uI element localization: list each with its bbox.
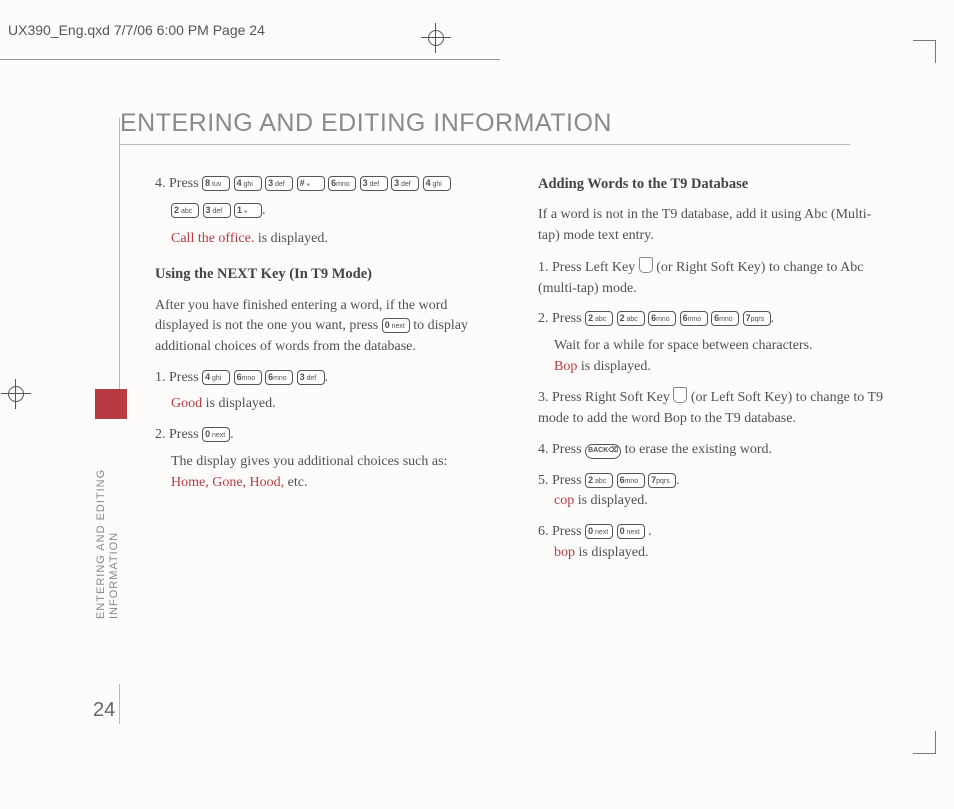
key-back: BACK⌫ [585, 444, 621, 459]
key-hash: # ⁎ [297, 176, 325, 191]
key-7pqrs: 7pqrs [743, 311, 771, 326]
left-softkey-icon [639, 257, 653, 273]
add-step-2: 2. Press 2 abc 2 abc 6mno 6mno 6mno 7pqr… [538, 309, 885, 377]
tail: is displayed. [202, 396, 276, 411]
key-1: 1 ⁎ [234, 203, 262, 218]
key-4ghi: 4 ghi [234, 176, 262, 191]
text: The display gives you additional choices… [171, 454, 447, 469]
add-step-4: 4. Press BACK⌫ to erase the existing wor… [538, 440, 885, 461]
registration-mark-left [8, 386, 24, 402]
title-rule [120, 144, 850, 145]
key-2abc: 2 abc [171, 203, 199, 218]
top-rule [0, 59, 500, 60]
key-0next: 0 next [202, 427, 230, 442]
add-step-6: 6. Press 0 next 0 next . bop is displaye… [538, 522, 885, 563]
add-step-3: 3. Press Right Soft Key (or Left Soft Ke… [538, 387, 885, 429]
next-para: After you have finished entering a word,… [155, 296, 502, 358]
period: . [676, 473, 680, 488]
key-2abc: 2 abc [585, 473, 613, 488]
chapter-title: ENTERING AND EDITING INFORMATION [120, 109, 612, 138]
tab-label: ENTERING AND EDITING INFORMATION [95, 425, 121, 619]
key-6mno: 6mno [680, 311, 708, 326]
key-6mno: 6mno [648, 311, 676, 326]
text: 2. Press [155, 427, 202, 442]
period: . [262, 203, 266, 218]
left-column: 4. Press 8 tuv 4 ghi 3 def # ⁎ 6mno 3 de… [155, 174, 502, 574]
period: . [771, 311, 775, 326]
result-text: Bop [554, 359, 577, 374]
text: 4. Press [538, 442, 585, 457]
text: 1. Press Left Key [538, 260, 639, 275]
result-text: bop [554, 545, 575, 560]
result-text: Home, Gone, Hood, [171, 475, 284, 490]
key-6mno: 6mno [234, 370, 262, 385]
add-step-1: 1. Press Left Key (or Right Soft Key) to… [538, 257, 885, 299]
result-text: cop [554, 493, 574, 508]
text: to erase the existing word. [625, 442, 772, 457]
page-number: 24 [93, 699, 115, 722]
tail: is displayed. [574, 493, 648, 508]
period: . [325, 370, 329, 385]
next-step-1: 1. Press 4 ghi 6mno 6mno 3 def. Good is … [155, 368, 502, 415]
right-softkey-icon [673, 387, 687, 403]
key-0next: 0 next [585, 524, 613, 539]
subhead-next-key: Using the NEXT Key (In T9 Mode) [155, 264, 502, 285]
crop-mark-tr [913, 40, 936, 63]
key-4ghi: 4 ghi [202, 370, 230, 385]
result-text: Call the office. [171, 231, 254, 246]
footer-rule [119, 684, 120, 724]
key-6mno: 6mno [711, 311, 739, 326]
tail: etc. [284, 475, 307, 490]
prepress-header: UX390_Eng.qxd 7/7/06 6:00 PM Page 24 [8, 22, 265, 38]
subhead-adding-words: Adding Words to the T9 Database [538, 174, 885, 195]
text: 1. Press [155, 370, 202, 385]
step-4: 4. Press 8 tuv 4 ghi 3 def # ⁎ 6mno 3 de… [155, 174, 502, 250]
tail: is displayed. [577, 359, 651, 374]
tab-marker [95, 389, 127, 419]
key-3def: 3 def [297, 370, 325, 385]
result-text: Good [171, 396, 202, 411]
text: 6. Press [538, 524, 585, 539]
key-3def: 3 def [360, 176, 388, 191]
key-6mno: 6mno [617, 473, 645, 488]
key-6mno: 6mno [265, 370, 293, 385]
text: 3. Press Right Soft Key [538, 390, 673, 405]
key-4ghi: 4 ghi [423, 176, 451, 191]
next-step-2: 2. Press 0 next. The display gives you a… [155, 425, 502, 493]
key-2abc: 2 abc [585, 311, 613, 326]
registration-mark-top [428, 30, 444, 46]
text: 2. Press [538, 311, 585, 326]
key-3def: 3 def [391, 176, 419, 191]
side-tab: ENTERING AND EDITING INFORMATION [95, 389, 115, 589]
tail: is displayed. [575, 545, 649, 560]
key-7pqrs: 7pqrs [648, 473, 676, 488]
text: Wait for a while for space between chara… [554, 338, 813, 353]
crop-mark-br [913, 731, 936, 754]
text: 5. Press [538, 473, 585, 488]
key-6mno: 6mno [328, 176, 356, 191]
right-column: Adding Words to the T9 Database If a wor… [538, 174, 885, 574]
period: . [648, 524, 652, 539]
key-0next: 0 next [382, 318, 410, 333]
key-3def: 3 def [265, 176, 293, 191]
tail: is displayed. [254, 231, 328, 246]
add-step-5: 5. Press 2 abc 6mno 7pqrs. cop is displa… [538, 471, 885, 512]
key-2abc: 2 abc [617, 311, 645, 326]
left-margin-rule [119, 118, 120, 398]
add-para: If a word is not in the T9 database, add… [538, 205, 885, 246]
key-8tuv: 8 tuv [202, 176, 230, 191]
key-0next: 0 next [617, 524, 645, 539]
period: . [230, 427, 234, 442]
key-3def: 3 def [203, 203, 231, 218]
text: 4. Press [155, 176, 202, 191]
